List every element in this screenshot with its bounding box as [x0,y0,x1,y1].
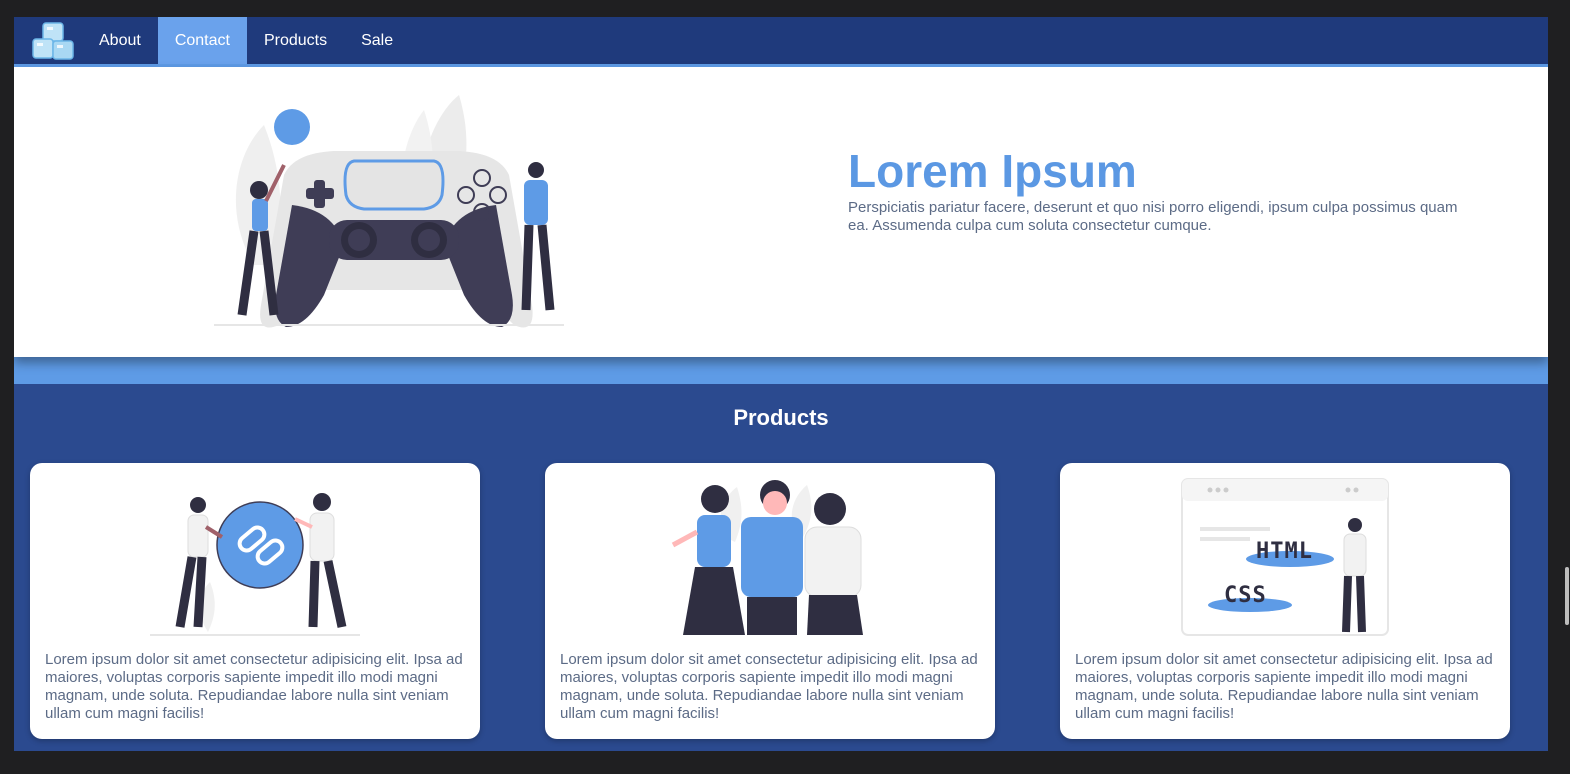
team-illustration [671,480,863,635]
nav-products[interactable]: Products [247,17,344,64]
product-card-3-text: Lorem ipsum dolor sit amet consectetur a… [1075,651,1493,722]
game-controller-illustration [214,95,564,328]
products-title: Products [733,405,829,430]
hero-title: Lorem Ipsum [848,145,1137,197]
ice-cubes-logo[interactable] [30,19,76,63]
hero-section: Lorem Ipsum Perspiciatis pariatur facere… [14,67,1548,357]
css-label: CSS [1224,583,1267,608]
product-card-1[interactable]: Lorem ipsum dolor sit amet consectetur a… [30,463,480,739]
nav-contact[interactable]: Contact [157,17,247,64]
accent-band [14,357,1548,384]
product-card-3[interactable]: HTML CSS Lorem ipsum dolor sit amet cons… [1060,463,1510,739]
link-illustration [150,493,360,636]
hero-text: Lorem Ipsum Perspiciatis pariatur facere… [848,145,1468,235]
hero-description: Perspiciatis pariatur facere, deserunt e… [848,199,1458,234]
html-label: HTML [1256,539,1313,564]
nav-sale[interactable]: Sale [344,17,410,64]
nav-about[interactable]: About [82,17,158,64]
scrollbar-thumb[interactable] [1565,567,1569,625]
product-card-2-text: Lorem ipsum dolor sit amet consectetur a… [560,651,978,722]
product-card-1-text: Lorem ipsum dolor sit amet consectetur a… [45,651,463,722]
page-frame: About Contact Products Sale Lorem Ipsum … [14,17,1548,751]
navbar: About Contact Products Sale [14,17,1548,67]
product-card-2[interactable]: Lorem ipsum dolor sit amet consectetur a… [545,463,995,739]
